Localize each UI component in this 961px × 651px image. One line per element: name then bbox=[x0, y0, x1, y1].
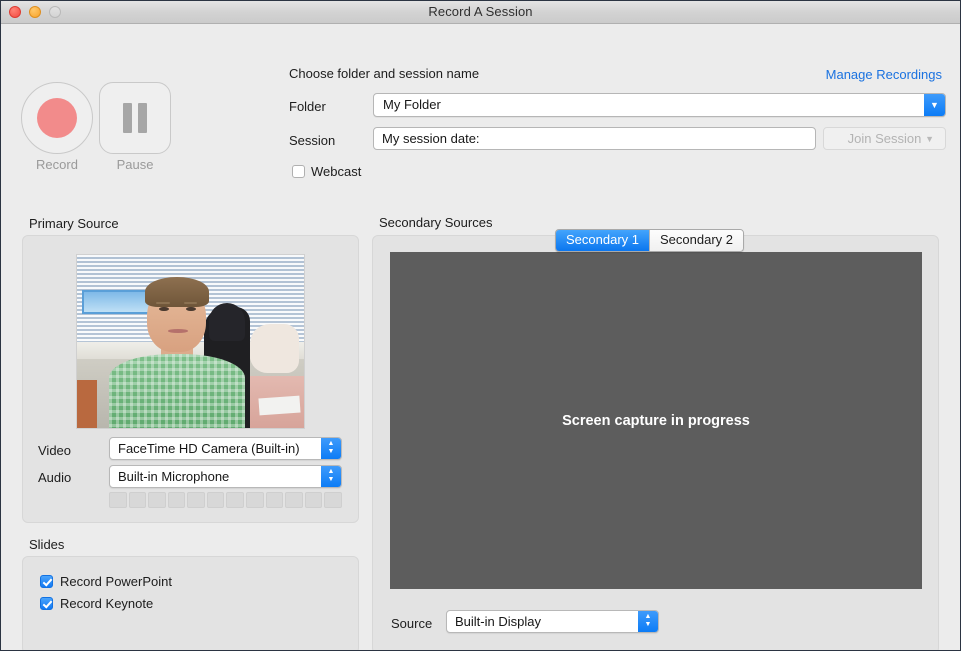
primary-source-title: Primary Source bbox=[29, 216, 119, 231]
capture-source-value: Built-in Display bbox=[455, 614, 541, 629]
form-heading: Choose folder and session name bbox=[289, 66, 479, 81]
webcast-label: Webcast bbox=[311, 164, 361, 179]
manage-recordings-link[interactable]: Manage Recordings bbox=[826, 67, 942, 82]
webcam-person-hair bbox=[145, 277, 209, 306]
record-session-window: Record A Session Record Pause Choose fol… bbox=[0, 0, 961, 651]
slides-title: Slides bbox=[29, 537, 64, 552]
window-titlebar: Record A Session bbox=[1, 1, 960, 24]
tab-secondary-1[interactable]: Secondary 1 bbox=[556, 230, 649, 251]
webcast-checkbox-row[interactable]: Webcast bbox=[292, 164, 361, 179]
folder-select[interactable]: My Folder ▼ bbox=[373, 93, 946, 117]
webcam-chair-headrest bbox=[209, 303, 245, 341]
webcam-papers bbox=[258, 395, 300, 415]
screen-capture-preview: Screen capture in progress bbox=[390, 252, 922, 589]
record-dot-icon bbox=[37, 98, 77, 138]
stepper-chevrons-icon[interactable]: ▲▼ bbox=[638, 611, 658, 632]
pause-button-label: Pause bbox=[99, 157, 171, 172]
record-button-label: Record bbox=[21, 157, 93, 172]
chevron-down-icon: ▼ bbox=[925, 128, 934, 150]
audio-level-segment bbox=[266, 492, 284, 508]
slides-item-powerpoint[interactable]: Record PowerPoint bbox=[40, 574, 172, 589]
audio-level-segment bbox=[168, 492, 186, 508]
audio-source-select[interactable]: Built-in Microphone ▲▼ bbox=[109, 465, 342, 488]
webcast-checkbox[interactable] bbox=[292, 165, 305, 178]
capture-source-select[interactable]: Built-in Display ▲▼ bbox=[446, 610, 659, 633]
audio-level-segment bbox=[285, 492, 303, 508]
webcam-window-frame bbox=[82, 290, 155, 314]
secondary-tabs: Secondary 1 Secondary 2 bbox=[555, 229, 744, 252]
audio-level-segment bbox=[109, 492, 127, 508]
record-button[interactable] bbox=[21, 82, 93, 154]
join-session-label: Join Session bbox=[848, 131, 922, 146]
audio-level-segment bbox=[187, 492, 205, 508]
chevron-down-icon[interactable]: ▼ bbox=[924, 94, 945, 116]
audio-source-value: Built-in Microphone bbox=[118, 469, 229, 484]
record-keynote-checkbox[interactable] bbox=[40, 597, 53, 610]
stepper-chevrons-icon[interactable]: ▲▼ bbox=[321, 466, 341, 487]
audio-level-segment bbox=[207, 492, 225, 508]
window-content: Record Pause Choose folder and session n… bbox=[2, 24, 959, 650]
audio-level-segment bbox=[324, 492, 342, 508]
record-keynote-label: Record Keynote bbox=[60, 596, 153, 611]
session-input[interactable] bbox=[373, 127, 816, 150]
slides-item-keynote[interactable]: Record Keynote bbox=[40, 596, 153, 611]
folder-select-value: My Folder bbox=[383, 97, 441, 112]
webcam-person-brow-right bbox=[184, 302, 198, 304]
record-powerpoint-label: Record PowerPoint bbox=[60, 574, 172, 589]
webcam-person-brow-left bbox=[156, 302, 170, 304]
audio-level-segment bbox=[226, 492, 244, 508]
pause-button[interactable] bbox=[99, 82, 171, 154]
record-powerpoint-checkbox[interactable] bbox=[40, 575, 53, 588]
window-title: Record A Session bbox=[1, 4, 960, 19]
audio-level-segment bbox=[148, 492, 166, 508]
session-label: Session bbox=[289, 133, 335, 148]
stepper-chevrons-icon[interactable]: ▲▼ bbox=[321, 438, 341, 459]
webcam-desk-left bbox=[77, 380, 97, 428]
audio-level-segment bbox=[129, 492, 147, 508]
folder-label: Folder bbox=[289, 99, 326, 114]
webcam-preview bbox=[76, 254, 305, 429]
audio-level-meter bbox=[109, 492, 342, 508]
source-label: Source bbox=[391, 616, 432, 631]
secondary-sources-title: Secondary Sources bbox=[379, 215, 492, 230]
tab-secondary-2[interactable]: Secondary 2 bbox=[649, 230, 743, 251]
capture-status-text: Screen capture in progress bbox=[390, 413, 922, 429]
join-session-button[interactable]: Join Session ▼ bbox=[823, 127, 946, 150]
audio-level-segment bbox=[246, 492, 264, 508]
webcam-person-shirt bbox=[109, 354, 245, 429]
audio-label: Audio bbox=[38, 470, 71, 485]
video-label: Video bbox=[38, 443, 71, 458]
video-source-select[interactable]: FaceTime HD Camera (Built-in) ▲▼ bbox=[109, 437, 342, 460]
audio-level-segment bbox=[305, 492, 323, 508]
webcam-bag bbox=[250, 324, 300, 372]
pause-icon bbox=[122, 103, 148, 133]
video-source-value: FaceTime HD Camera (Built-in) bbox=[118, 441, 300, 456]
